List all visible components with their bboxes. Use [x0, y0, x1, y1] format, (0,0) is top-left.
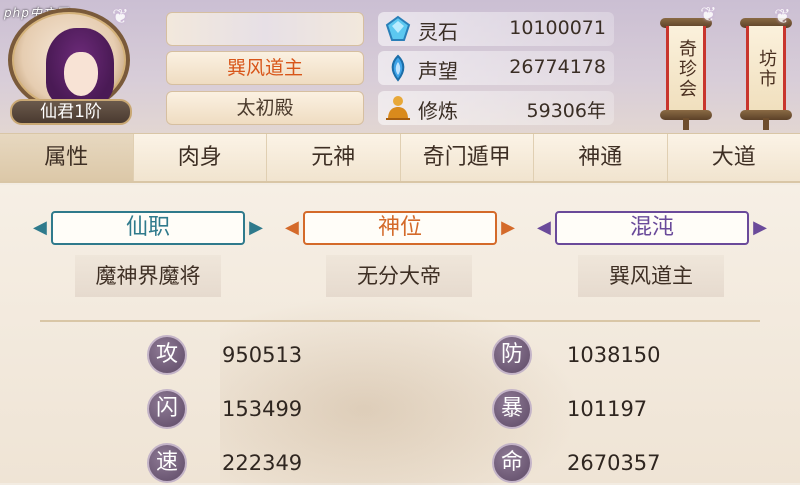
- speed-icon: 速: [147, 443, 187, 483]
- butterfly-icon: ❦: [700, 2, 717, 26]
- hp-value: 2670357: [567, 451, 661, 475]
- ribbon-arrow-right-icon: ▶: [499, 218, 515, 238]
- player-title-plate: 巽风道主: [166, 51, 364, 85]
- spirit-stone-icon: [384, 15, 412, 43]
- butterfly-icon: ❦: [774, 4, 791, 28]
- dodge-value: 153499: [222, 397, 302, 421]
- crit-icon: 暴: [492, 389, 532, 429]
- hp-icon: 命: [492, 443, 532, 483]
- tab-attributes[interactable]: 属性: [0, 134, 134, 181]
- ribbon-heading: 神位: [303, 211, 497, 245]
- resource-label: 灵石: [418, 16, 458, 45]
- scroll-label: 奇珍会: [666, 26, 706, 112]
- ribbon-heading: 仙职: [51, 211, 245, 245]
- speed-value: 222349: [222, 451, 302, 475]
- title-ribbon-chaos: ◀ 混沌 ▶: [537, 211, 767, 245]
- scroll-tassel: [683, 118, 689, 130]
- resource-value: 59306年: [527, 96, 606, 123]
- resource-value: 26774178: [509, 56, 606, 78]
- ribbon-arrow-right-icon: ▶: [247, 218, 263, 238]
- reputation-icon: [384, 54, 412, 82]
- player-header: php中文网 ❦ 仙君1阶 巽风道主 太初殿 灵石 10100071 声望 26…: [0, 0, 800, 133]
- tab-qimen[interactable]: 奇门遁甲: [401, 134, 535, 181]
- resource-reputation: 声望 26774178: [378, 51, 614, 85]
- attack-icon: 攻: [147, 335, 187, 375]
- attributes-panel: ◀ 仙职 ▶ ◀ 神位 ▶ ◀ 混沌 ▶ 魔神界魔将 无分大帝 巽风道主 攻 9…: [0, 185, 800, 483]
- avatar-face: [64, 52, 98, 96]
- player-name-plate: [166, 12, 364, 46]
- resource-label: 声望: [418, 55, 458, 84]
- tab-skills[interactable]: 神通: [534, 134, 668, 181]
- rank-badge: 仙君1阶: [10, 99, 132, 125]
- dodge-icon: 闪: [147, 389, 187, 429]
- resource-label: 修炼: [418, 95, 458, 124]
- ribbon-arrow-right-icon: ▶: [751, 218, 767, 238]
- ribbon-arrow-left-icon: ◀: [537, 218, 553, 238]
- office-title-value: 魔神界魔将: [75, 255, 221, 297]
- title-ribbon-office: ◀ 仙职 ▶: [33, 211, 263, 245]
- attack-value: 950513: [222, 343, 302, 367]
- title-ribbon-divine: ◀ 神位 ▶: [285, 211, 515, 245]
- ribbon-heading: 混沌: [555, 211, 749, 245]
- tab-dao[interactable]: 大道: [668, 134, 800, 181]
- resource-spirit-stone: 灵石 10100071: [378, 12, 614, 46]
- cultivation-icon: [384, 94, 412, 122]
- scroll-label: 坊市: [746, 26, 786, 112]
- defense-icon: 防: [492, 335, 532, 375]
- tab-bar: 属性 肉身 元神 奇门遁甲 神通 大道: [0, 133, 800, 183]
- ribbon-arrow-left-icon: ◀: [285, 218, 301, 238]
- tab-body[interactable]: 肉身: [134, 134, 268, 181]
- section-divider: [40, 320, 760, 322]
- chaos-title-value: 巽风道主: [578, 255, 724, 297]
- tab-spirit[interactable]: 元神: [267, 134, 401, 181]
- player-palace-plate: 太初殿: [166, 91, 364, 125]
- resource-cultivation: 修炼 59306年: [378, 91, 614, 125]
- resource-value: 10100071: [509, 17, 606, 39]
- defense-value: 1038150: [567, 343, 661, 367]
- crit-value: 101197: [567, 397, 647, 421]
- divine-title-value: 无分大帝: [326, 255, 472, 297]
- scroll-tassel: [763, 118, 769, 130]
- ribbon-arrow-left-icon: ◀: [33, 218, 49, 238]
- butterfly-icon: ❦: [112, 4, 129, 28]
